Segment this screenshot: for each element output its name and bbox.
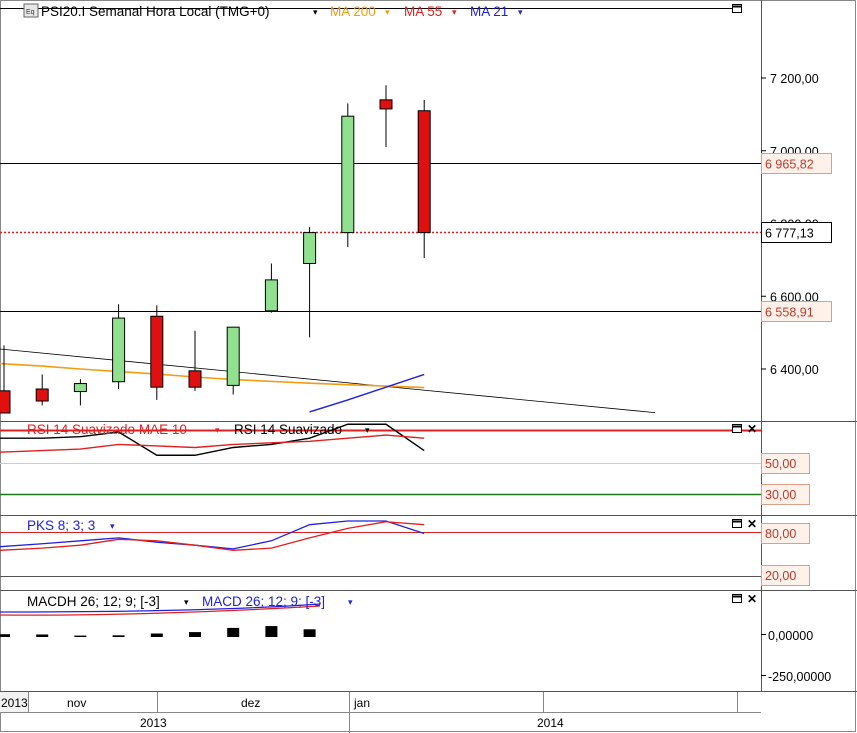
candle (264, 263, 278, 313)
legend-macd-dropdown-icon[interactable]: ▾ (348, 597, 353, 607)
price-tick-label: 6 400,00 (770, 363, 819, 377)
price-panel: 7 200,007 000,006 800,006 600,006 400,00… (0, 3, 832, 414)
trendline[interactable] (0, 348, 656, 414)
candle (341, 103, 355, 248)
pks-maximize-icon[interactable] (732, 519, 742, 528)
legend-macd[interactable]: MACD 26; 12; 9; [-3] (202, 594, 325, 609)
time-axis-month-jan: jan (353, 696, 370, 710)
svg-text:Eq: Eq (26, 9, 35, 16)
time-axis-month-nov: nov (67, 696, 86, 710)
macd-tick-neg250: -250,00000 (768, 670, 831, 684)
price-legend-title[interactable]: PSI20.I Semanal Hora Local (TMG+0) (41, 4, 269, 19)
svg-text:80,00: 80,00 (765, 527, 796, 541)
macdh-bar (74, 635, 87, 637)
legend-ma200-dropdown-icon[interactable]: ▾ (385, 7, 390, 17)
ma21-line (309, 373, 425, 413)
macd-panel: MACDH 26; 12; 9; [-3] ▾ MACD 26; 12; 9; … (0, 592, 831, 684)
price-legend: Eq PSI20.I Semanal Hora Local (TMG+0) ▾ … (23, 3, 523, 19)
legend-ma200[interactable]: MA 200 (330, 4, 376, 19)
macdh-bar (189, 632, 201, 637)
legend-macdh-dropdown-icon[interactable]: ▾ (184, 597, 189, 607)
price-marker-label: 6 777,13 (761, 222, 832, 243)
candle (150, 305, 164, 400)
legend-rsi[interactable]: RSI 14 Suavizado (234, 422, 342, 437)
legend-rsi-mae-dropdown-icon[interactable]: ▾ (215, 425, 220, 435)
svg-text:30,00: 30,00 (765, 488, 796, 502)
candle (35, 374, 49, 406)
macdh-bar (112, 635, 125, 637)
legend-pks-dropdown-icon[interactable]: ▾ (110, 521, 115, 531)
svg-text:6 777,13: 6 777,13 (765, 227, 814, 241)
pks-tick-80: 80,00 (761, 523, 810, 544)
macdh-bar (0, 634, 10, 637)
macdh-bar (36, 634, 49, 637)
macdh-bar (150, 633, 163, 637)
legend-ma21[interactable]: MA 21 (470, 4, 508, 19)
legend-pks[interactable]: PKS 8; 3; 3 (27, 518, 95, 533)
rsi-tick-50: 50,00 (761, 453, 810, 474)
chart-canvas: 7 200,007 000,006 800,006 600,006 400,00… (0, 0, 857, 733)
outer-frame (0, 0, 856, 732)
macdh-bar (265, 626, 278, 637)
legend-macdh[interactable]: MACDH 26; 12; 9; [-3] (27, 594, 160, 609)
macdh-bar (303, 629, 316, 637)
maximize-icon[interactable] (732, 4, 742, 13)
time-axis-month-2013: 2013 (1, 696, 28, 710)
candle (188, 330, 202, 391)
legend-rsi-mae[interactable]: RSI 14 Suavizado MAE 10 (27, 422, 187, 437)
macdh-bar (227, 627, 240, 637)
candle (0, 345, 11, 414)
price-marker-label: 6 558,91 (761, 301, 832, 322)
rsi-panel: RSI 14 Suavizado MAE 10 ▾ RSI 14 Suaviza… (0, 422, 810, 505)
candle (226, 326, 240, 395)
macd-tick-0: 0,00000 (768, 629, 813, 643)
candle (379, 85, 393, 148)
svg-text:50,00: 50,00 (765, 457, 796, 471)
candle (303, 227, 317, 338)
price-legend-dropdown-icon[interactable]: ▾ (313, 7, 318, 17)
time-axis-year-2014: 2014 (537, 716, 564, 730)
legend-rsi-dropdown-icon[interactable]: ▾ (365, 425, 370, 435)
svg-text:6 965,82: 6 965,82 (765, 158, 814, 172)
pks-close-icon[interactable]: ✕ (747, 517, 757, 531)
legend-ma21-dropdown-icon[interactable]: ▾ (518, 7, 523, 17)
price-tick-label: 7 200,00 (770, 72, 819, 86)
legend-ma55[interactable]: MA 55 (404, 4, 442, 19)
svg-text:20,00: 20,00 (765, 569, 796, 583)
macd-maximize-icon[interactable] (732, 594, 742, 603)
rsi-close-icon[interactable]: ✕ (747, 422, 757, 436)
candle (112, 304, 126, 390)
rsi-tick-30: 30,00 (761, 484, 810, 505)
candle (73, 379, 87, 406)
time-axis-month-dez: dez (241, 696, 260, 710)
pks-tick-20: 20,00 (761, 565, 810, 586)
rsi-maximize-icon[interactable] (732, 424, 742, 433)
pks-panel: PKS 8; 3; 3 ▾ ✕ 80,00 20,00 (0, 517, 810, 586)
price-marker-label: 6 965,82 (761, 153, 832, 174)
candle (417, 99, 431, 259)
time-axis-year-2013: 2013 (140, 716, 167, 730)
legend-ma55-dropdown-icon[interactable]: ▾ (452, 7, 457, 17)
macd-close-icon[interactable]: ✕ (747, 592, 757, 606)
svg-text:6 558,91: 6 558,91 (765, 306, 814, 320)
